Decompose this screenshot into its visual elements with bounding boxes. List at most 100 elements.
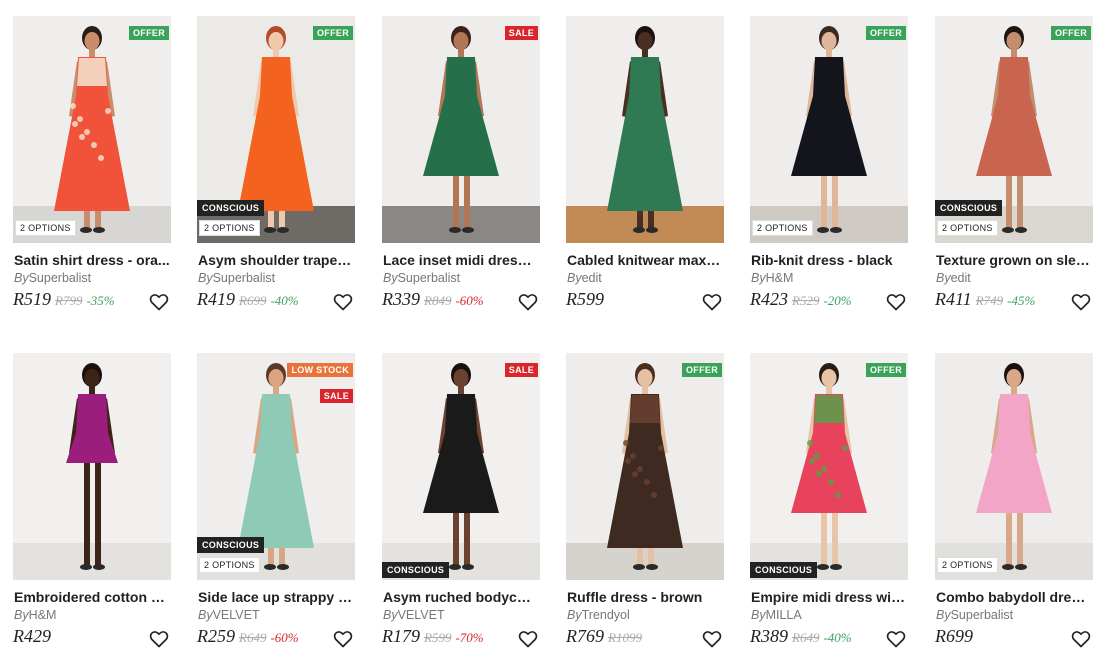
product-image[interactable]: 2 OPTIONS: [935, 353, 1093, 580]
product-name[interactable]: Lace inset midi dress ...: [383, 252, 539, 268]
product-card[interactable]: OFFER 2 OPTIONS Rib-knit dress - black ByH&…: [750, 16, 908, 326]
offer-badge: OFFER: [129, 26, 169, 40]
current-price: R599: [566, 289, 604, 309]
product-brand[interactable]: ByTrendyol: [567, 608, 630, 622]
product-image[interactable]: OFFER 2 OPTIONS CONSCIOUS: [197, 16, 355, 243]
product-name[interactable]: Empire midi dress wit...: [751, 589, 907, 605]
product-name[interactable]: Asym ruched bodycon...: [383, 589, 539, 605]
discount-percent: -45%: [1007, 293, 1036, 308]
original-price: R649: [792, 630, 820, 645]
heart-outline-icon[interactable]: [886, 292, 906, 312]
product-image[interactable]: OFFER CONSCIOUS: [750, 353, 908, 580]
photo-floor: [566, 206, 724, 243]
brand-by-label: By: [751, 271, 766, 285]
product-image[interactable]: LOW STOCK SALE 2 OPTIONS CONSCIOUS: [197, 353, 355, 580]
product-brand[interactable]: ByVELVET: [198, 608, 260, 622]
product-name[interactable]: Satin shirt dress - ora...: [14, 252, 170, 268]
original-price: R1099: [608, 630, 642, 645]
brand-name[interactable]: MILLA: [766, 608, 802, 622]
product-image[interactable]: OFFER 2 OPTIONS CONSCIOUS: [935, 16, 1093, 243]
brand-name[interactable]: edit: [582, 271, 602, 285]
product-card[interactable]: OFFER 2 OPTIONS Satin shirt dress - ora...…: [13, 16, 171, 326]
product-brand[interactable]: ByH&M: [751, 271, 793, 285]
conscious-tag: CONSCIOUS: [750, 562, 818, 578]
brand-name[interactable]: Superbalist: [213, 271, 276, 285]
product-brand[interactable]: ByVELVET: [383, 608, 445, 622]
original-price: R699: [239, 293, 267, 308]
heart-outline-icon[interactable]: [702, 292, 722, 312]
current-price: R411: [935, 289, 972, 309]
brand-name[interactable]: VELVET: [398, 608, 445, 622]
product-name[interactable]: Ruffle dress - brown: [567, 589, 723, 605]
brand-name[interactable]: Superbalist: [951, 608, 1014, 622]
heart-outline-icon[interactable]: [149, 292, 169, 312]
product-card[interactable]: 2 OPTIONS Combo babydoll dress... BySuperb…: [935, 353, 1093, 663]
brand-by-label: By: [14, 608, 29, 622]
discount-percent: -40%: [270, 293, 299, 308]
product-brand[interactable]: BySuperbalist: [14, 271, 91, 285]
product-photo: [750, 16, 908, 243]
product-card[interactable]: OFFER 2 OPTIONS CONSCIOUS Asym shoulder tra…: [197, 16, 355, 326]
product-card[interactable]: Cabled knitwear maxi ... Byedit R599: [566, 16, 724, 326]
heart-icon: [149, 294, 169, 311]
product-name[interactable]: Texture grown on slee...: [936, 252, 1092, 268]
product-name[interactable]: Combo babydoll dress...: [936, 589, 1092, 605]
product-name[interactable]: Asym shoulder trapez...: [198, 252, 354, 268]
product-card[interactable]: OFFER Ruffle dress - brown ByTrendyol R769 R…: [566, 353, 724, 663]
product-card[interactable]: Embroidered cotton d... ByH&M R429: [13, 353, 171, 663]
brand-name[interactable]: edit: [951, 271, 971, 285]
product-image[interactable]: OFFER 2 OPTIONS: [750, 16, 908, 243]
price-row: R599: [566, 289, 604, 310]
offer-badge: OFFER: [682, 363, 722, 377]
heart-outline-icon[interactable]: [333, 629, 353, 649]
price-row: R259 R649 -60%: [197, 626, 299, 647]
heart-outline-icon[interactable]: [702, 629, 722, 649]
product-brand[interactable]: ByMILLA: [751, 608, 802, 622]
product-brand[interactable]: ByH&M: [14, 608, 56, 622]
product-name[interactable]: Rib-knit dress - black: [751, 252, 907, 268]
heart-outline-icon[interactable]: [149, 629, 169, 649]
heart-outline-icon[interactable]: [333, 292, 353, 312]
conscious-tag: CONSCIOUS: [382, 562, 450, 578]
brand-name[interactable]: Superbalist: [29, 271, 92, 285]
product-card[interactable]: LOW STOCK SALE 2 OPTIONS CONSCIOUS Side lace…: [197, 353, 355, 663]
brand-by-label: By: [198, 608, 213, 622]
product-card[interactable]: SALE CONSCIOUS Asym ruched bodycon... ByVEL…: [382, 353, 540, 663]
options-tag: 2 OPTIONS: [937, 220, 998, 236]
current-price: R389: [750, 626, 788, 646]
sale-badge: SALE: [504, 26, 538, 40]
brand-name[interactable]: Superbalist: [398, 271, 461, 285]
product-image[interactable]: OFFER 2 OPTIONS: [13, 16, 171, 243]
conscious-tag: CONSCIOUS: [935, 200, 1003, 216]
sale-badge: SALE: [504, 363, 538, 377]
product-card[interactable]: SALE Lace inset midi dress ... BySuperbali…: [382, 16, 540, 326]
heart-outline-icon[interactable]: [1071, 292, 1091, 312]
heart-icon: [149, 631, 169, 648]
heart-icon: [1071, 294, 1091, 311]
product-brand[interactable]: Byedit: [936, 271, 971, 285]
brand-name[interactable]: H&M: [766, 271, 794, 285]
brand-name[interactable]: Trendyol: [582, 608, 630, 622]
product-brand[interactable]: BySuperbalist: [383, 271, 460, 285]
product-card[interactable]: OFFER 2 OPTIONS CONSCIOUS Texture grown on …: [935, 16, 1093, 326]
product-card[interactable]: OFFER CONSCIOUS Empire midi dress wit... By…: [750, 353, 908, 663]
product-image[interactable]: [566, 16, 724, 243]
product-image[interactable]: SALE CONSCIOUS: [382, 353, 540, 580]
product-name[interactable]: Embroidered cotton d...: [14, 589, 170, 605]
product-brand[interactable]: Byedit: [567, 271, 602, 285]
heart-outline-icon[interactable]: [886, 629, 906, 649]
product-brand[interactable]: BySuperbalist: [936, 608, 1013, 622]
product-name[interactable]: Side lace up strappy sl...: [198, 589, 354, 605]
heart-outline-icon[interactable]: [1071, 629, 1091, 649]
product-image[interactable]: OFFER: [566, 353, 724, 580]
product-brand[interactable]: BySuperbalist: [198, 271, 275, 285]
heart-outline-icon[interactable]: [518, 629, 538, 649]
brand-by-label: By: [567, 271, 582, 285]
product-name[interactable]: Cabled knitwear maxi ...: [567, 252, 723, 268]
offer-badge: OFFER: [1051, 26, 1091, 40]
heart-outline-icon[interactable]: [518, 292, 538, 312]
product-image[interactable]: [13, 353, 171, 580]
brand-name[interactable]: VELVET: [213, 608, 260, 622]
brand-name[interactable]: H&M: [29, 608, 57, 622]
product-image[interactable]: SALE: [382, 16, 540, 243]
